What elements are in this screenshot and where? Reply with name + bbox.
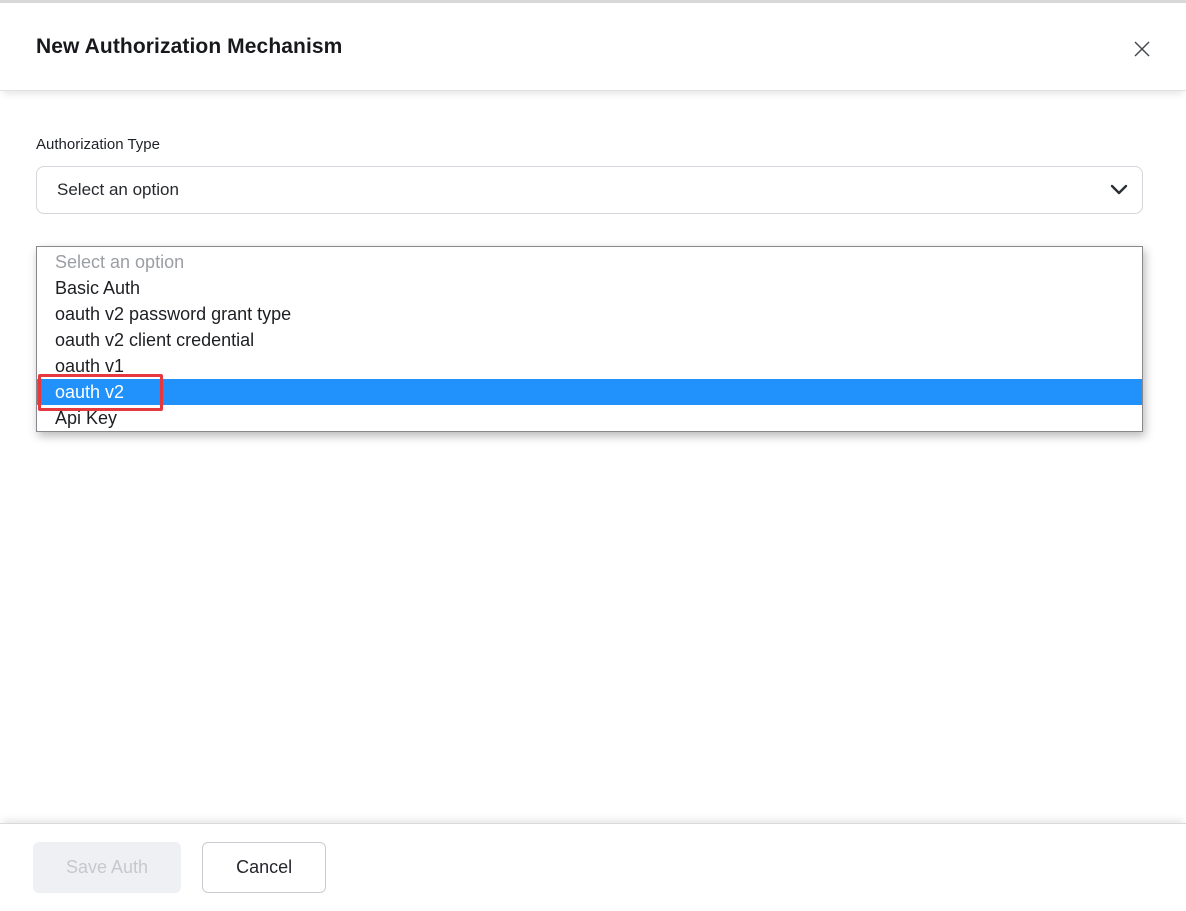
authorization-type-dropdown: Select an option Basic Auth oauth v2 pas…	[36, 246, 1143, 432]
close-button[interactable]	[1130, 38, 1154, 62]
dropdown-option-placeholder[interactable]: Select an option	[37, 249, 1142, 275]
close-icon	[1131, 38, 1153, 63]
dropdown-option-basic-auth[interactable]: Basic Auth	[37, 275, 1142, 301]
dropdown-option-oauth-v2-password-grant-type[interactable]: oauth v2 password grant type	[37, 301, 1142, 327]
authorization-type-label: Authorization Type	[36, 136, 1143, 153]
authorization-type-select[interactable]: Select an option	[36, 166, 1143, 214]
dialog-title: New Authorization Mechanism	[36, 35, 342, 59]
dropdown-option-oauth-v1[interactable]: oauth v1	[37, 353, 1142, 379]
dialog-header: New Authorization Mechanism	[0, 3, 1186, 91]
dropdown-option-oauth-v2-client-credential[interactable]: oauth v2 client credential	[37, 327, 1142, 353]
new-authorization-dialog: New Authorization Mechanism Authorizatio…	[0, 0, 1186, 911]
dialog-body: Authorization Type Select an option Sele…	[0, 91, 1186, 823]
dropdown-option-api-key[interactable]: Api Key	[37, 405, 1142, 431]
chevron-down-icon	[1110, 184, 1128, 196]
save-auth-button[interactable]: Save Auth	[33, 842, 181, 893]
dialog-footer: Save Auth Cancel	[0, 823, 1186, 911]
select-value: Select an option	[57, 180, 179, 200]
dropdown-option-oauth-v2[interactable]: oauth v2	[37, 379, 1142, 405]
cancel-button[interactable]: Cancel	[202, 842, 326, 893]
